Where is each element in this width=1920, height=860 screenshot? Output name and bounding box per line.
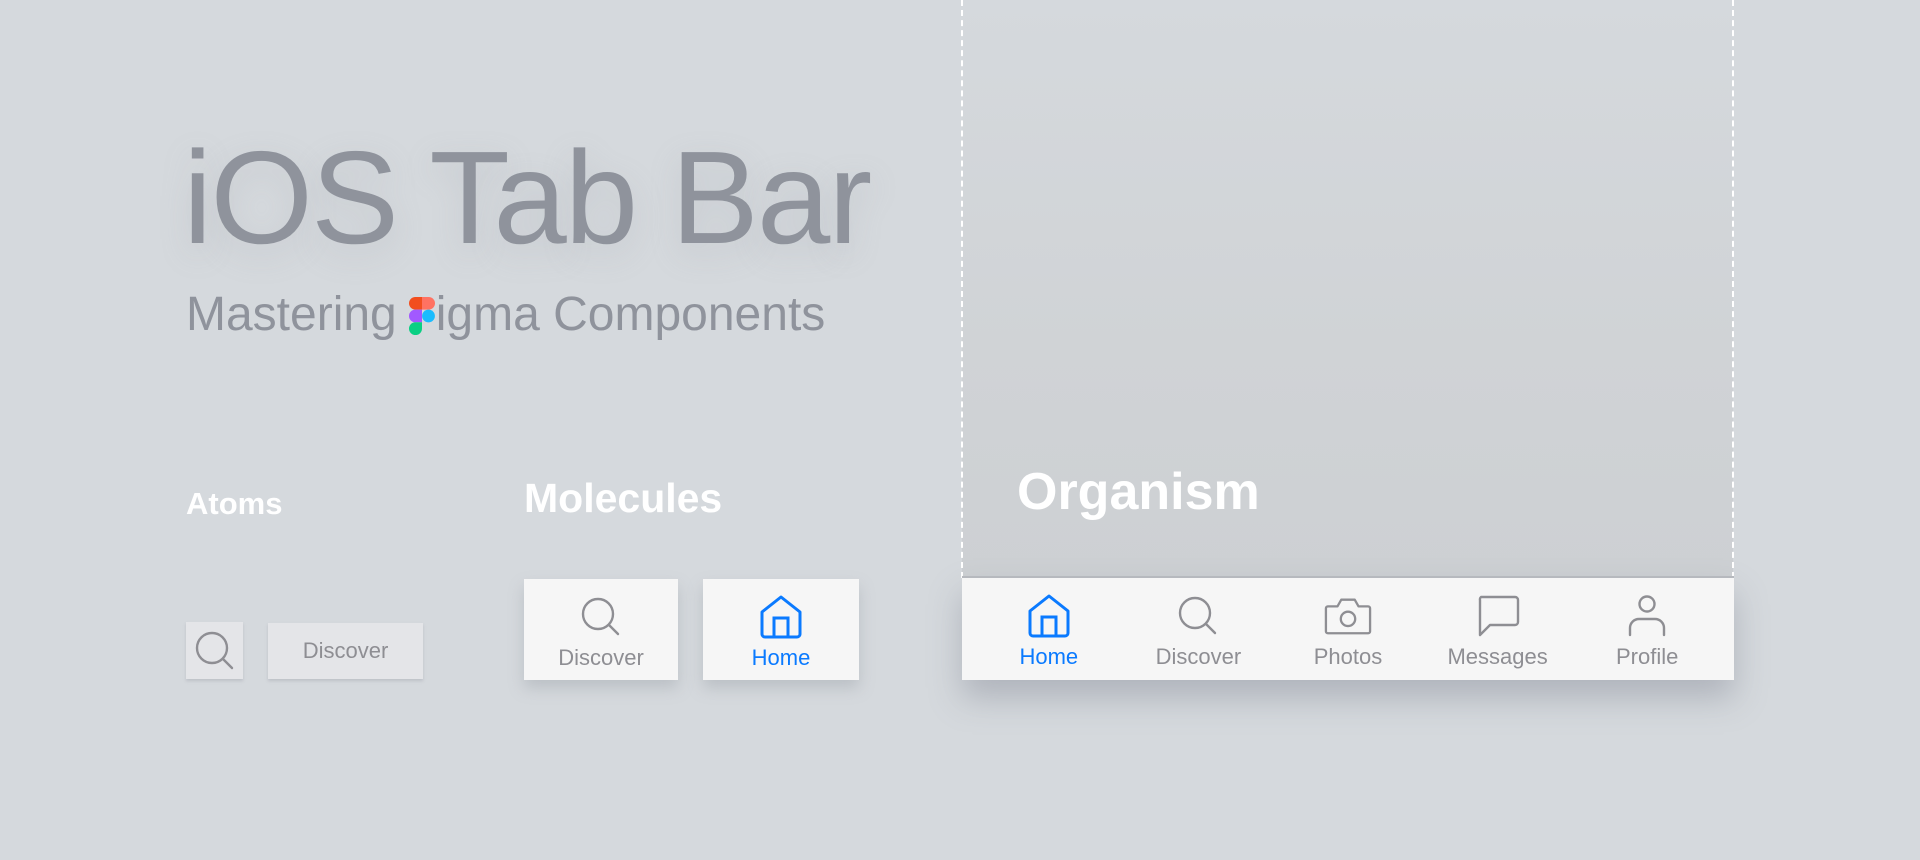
profile-icon [1623,592,1671,640]
canvas: iOS Tab Bar Mastering igma Components At… [0,0,1920,860]
page-subtitle: Mastering igma Components [186,287,825,343]
tab-bar: Home Discover Photos Messages Profile [962,576,1734,680]
search-icon [577,593,625,641]
camera-icon [1324,592,1372,640]
tab-home[interactable]: Home [979,578,1119,670]
tab-profile[interactable]: Profile [1577,578,1717,670]
search-icon [193,629,237,673]
subtitle-prefix: Mastering [186,288,397,341]
figma-logo-icon [408,297,435,335]
tab-label: Discover [558,645,644,670]
tab-label: Home [751,645,811,670]
molecules-heading: Molecules [524,475,723,521]
organism-heading: Organism [1017,463,1260,521]
tab-photos[interactable]: Photos [1278,578,1418,670]
tab-label: Home [1019,644,1079,669]
page-title: iOS Tab Bar [183,124,872,271]
frame-guide-left [961,0,963,578]
tab-label: Messages [1447,644,1548,669]
molecule-tab-discover[interactable]: Discover [524,579,678,680]
tab-label: Profile [1615,644,1679,669]
molecule-tab-home[interactable]: Home [703,579,859,680]
home-icon [757,593,805,641]
atoms-heading: Atoms [186,486,283,521]
atom-discover-label-tile[interactable]: Discover [268,623,423,679]
tab-label: Discover [1155,644,1242,669]
home-icon [1025,592,1073,640]
tab-messages[interactable]: Messages [1428,578,1568,670]
search-icon [1174,592,1222,640]
frame-guide-right [1732,0,1734,578]
atom-search-icon-tile[interactable] [186,622,243,679]
tab-discover[interactable]: Discover [1128,578,1268,670]
tab-label: Photos [1313,644,1383,669]
subtitle-suffix: igma Components [435,288,826,341]
atom-discover-label: Discover [302,638,389,663]
message-icon [1474,592,1522,640]
